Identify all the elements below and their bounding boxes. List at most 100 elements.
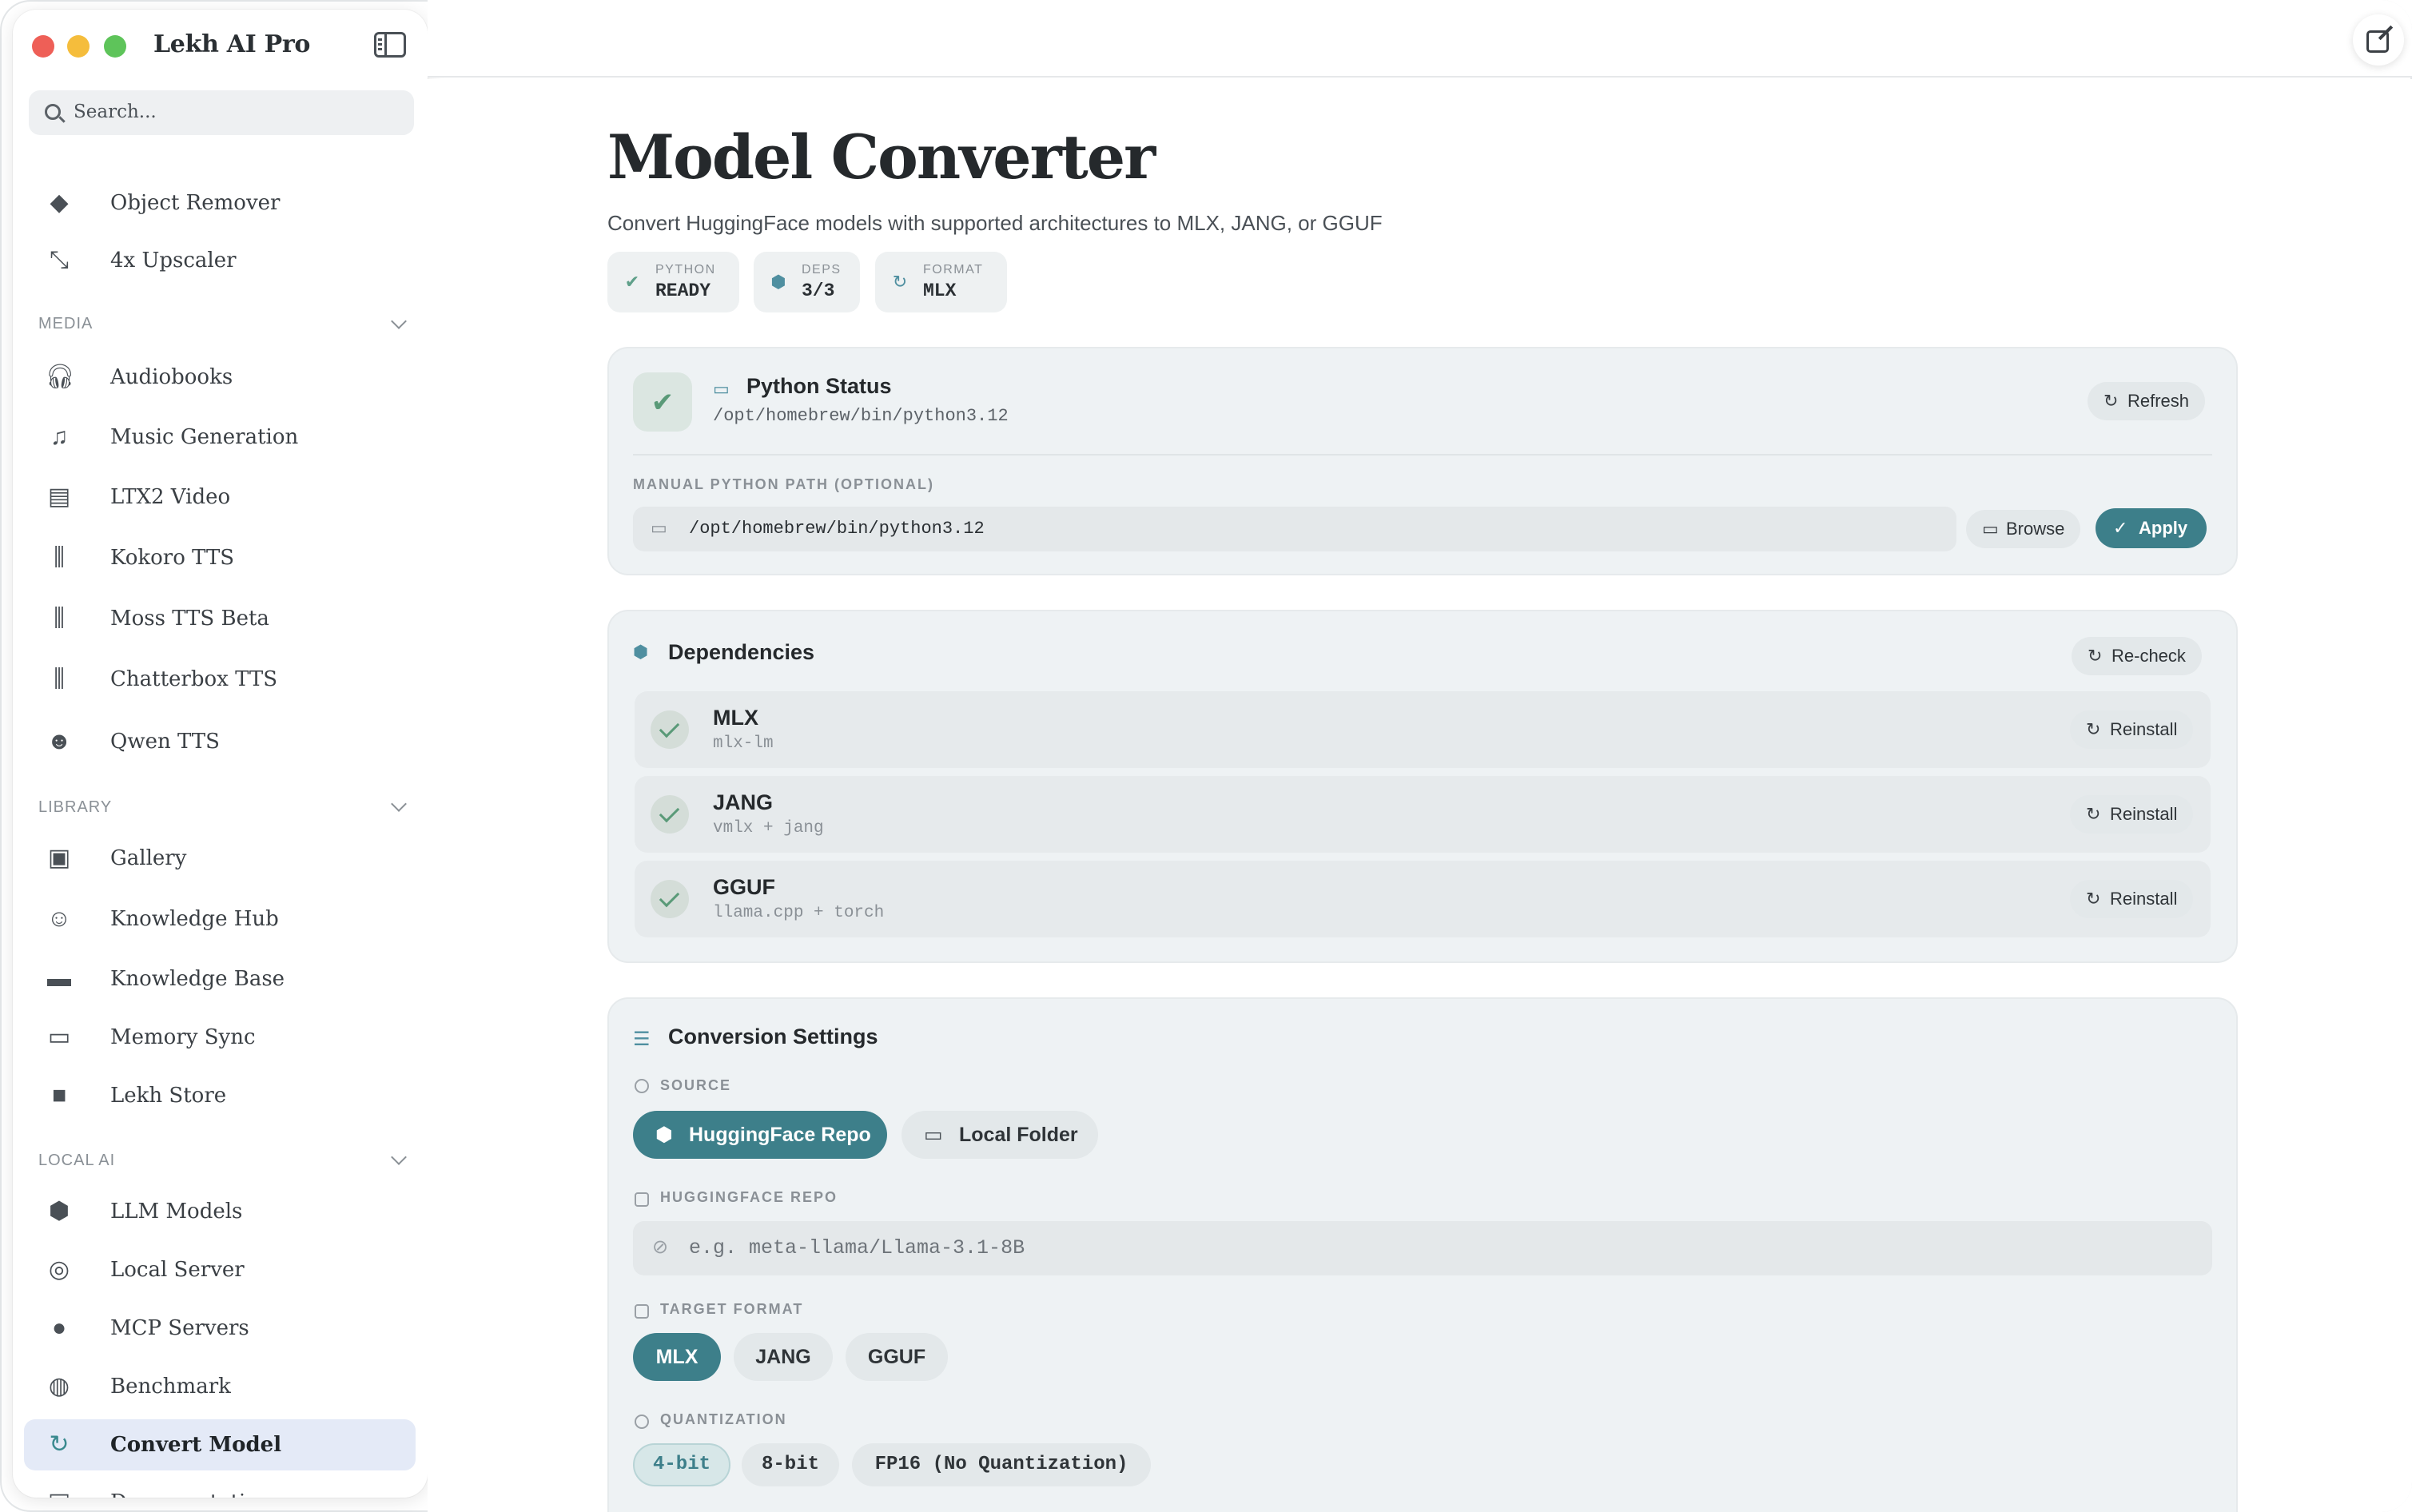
recheck-label: Re-check [2111,646,2186,666]
quant-fp16-button[interactable]: FP16 (No Quantization) [852,1443,1151,1486]
dependencies-title: Dependencies [668,640,815,664]
dependency-row-mlx: MLX mlx-lm ↻ Reinstall [635,691,2211,768]
sidebar-item-memory-sync[interactable]: ▭ Memory Sync [24,1012,416,1063]
dependency-package: mlx-lm [713,734,774,753]
section-header-local-ai[interactable]: LOCAL AI [38,1152,115,1170]
sidebar-item-llm-models[interactable]: ⬢ LLM Models [24,1186,416,1237]
format-option-label: JANG [755,1346,811,1368]
search-input[interactable]: Search... [29,90,414,135]
sidebar-item-audiobooks[interactable]: 🎧︎ Audiobooks [24,352,416,403]
terminal-icon: ▭ [651,518,667,538]
sidebar-item-knowledge-base[interactable]: ▬ Knowledge Base [24,953,416,1005]
reinstall-button[interactable]: ↻ Reinstall [2070,880,2194,918]
apply-button[interactable]: ✓ Apply [2096,508,2207,548]
sidebar-toggle-icon[interactable] [374,32,406,58]
sidebar-item-benchmark[interactable]: ◍ Benchmark [24,1361,416,1412]
source-option-label: HuggingFace Repo [689,1124,871,1146]
source-huggingface-button[interactable]: ⬢ HuggingFace Repo [633,1111,887,1159]
section-header-media[interactable]: MEDIA [38,315,93,333]
minimize-window-button[interactable] [67,35,90,58]
sidebar-item-knowledge-hub[interactable]: ☺ Knowledge Hub [24,893,416,945]
sidebar-item-label: Documentation [110,1490,272,1498]
app-window: Lekh AI Pro Search... ◆ Object Remover ⤡… [0,0,2412,1512]
sidebar-item-label: LLM Models [110,1200,243,1224]
pill-key: PYTHON [655,263,716,277]
sidebar-item-moss-tts-beta[interactable]: ⫼ Moss TTS Beta [24,593,416,644]
sidebar-item-label: Kokoro TTS [110,546,235,570]
sidebar-item-4x-upscaler[interactable]: ⤡ 4x Upscaler [24,235,416,286]
format-option-label: MLX [655,1346,699,1368]
manual-path-label: MANUAL PYTHON PATH (OPTIONAL) [633,476,934,492]
zoom-window-button[interactable] [104,35,126,58]
reinstall-button[interactable]: ↻ Reinstall [2070,710,2194,749]
sidebar-item-qwen-tts[interactable]: ☻ Qwen TTS [24,716,416,767]
sidebar-item-label: MCP Servers [110,1316,249,1340]
source-local-folder-button[interactable]: ▭ Local Folder [902,1111,1098,1159]
chevron-down-icon[interactable] [391,1149,407,1165]
sidebar-item-convert-model[interactable]: ↻ Convert Model [24,1419,416,1470]
pill-value: 3/3 [802,281,835,301]
recheck-button[interactable]: ↻ Re-check [2072,637,2202,675]
dependency-package: vmlx + jang [713,819,824,838]
check-icon [651,795,689,834]
folder-icon: ▭ [924,1124,943,1146]
refresh-label: Refresh [2127,391,2190,411]
doc-icon: ▤ [45,1490,74,1498]
dependency-name: GGUF [713,875,775,899]
sidebar-item-lekh-store[interactable]: ■ Lekh Store [24,1070,416,1121]
sidebar-item-kokoro-tts[interactable]: ⫼ Kokoro TTS [24,532,416,583]
sidebar-item-label: Benchmark [110,1375,231,1399]
sidebar-item-mcp-servers[interactable]: ● MCP Servers [24,1303,416,1354]
chevron-down-icon[interactable] [391,313,407,329]
sidebar-item-chatterbox-tts[interactable]: ⫼ Chatterbox TTS [24,654,416,705]
sidebar-item-label: Chatterbox TTS [110,667,278,691]
sidebar-item-music-generation[interactable]: ♫ Music Generation [24,412,416,463]
convert-icon: ↻ [49,1431,70,1458]
search-icon [45,104,61,120]
sidebar-item-local-server[interactable]: ◎ Local Server [24,1244,416,1295]
sidebar: Lekh AI Pro Search... ◆ Object Remover ⤡… [13,10,428,1498]
browse-button[interactable]: ▭ Browse [1966,510,2081,548]
gallery-icon: ▣ [47,845,71,871]
check-badge-icon: ✔ [624,272,640,292]
refresh-icon: ↻ [2086,719,2101,739]
huggingface-repo-input[interactable]: ⊘ e.g. meta-llama/Llama-3.1-8B [633,1221,2212,1275]
globe-icon: ◎ [48,1256,70,1283]
chevron-down-icon[interactable] [391,796,407,812]
format-jang-button[interactable]: JANG [734,1333,833,1381]
sidebar-item-ltx2-video[interactable]: ▤ LTX2 Video [24,472,416,523]
pill-value: READY [655,281,711,301]
quant-option-label: FP16 (No Quantization) [874,1454,1128,1475]
format-gguf-button[interactable]: GGUF [846,1333,948,1381]
sidebar-item-label: Local Server [110,1258,245,1282]
convert-icon: ↻ [892,272,908,292]
cube-icon: ⬢ [770,272,786,292]
format-mlx-button[interactable]: MLX [633,1333,721,1381]
sidebar-item-documentation[interactable]: ▤ Documentation [24,1477,416,1498]
quant-4bit-button[interactable]: 4-bit [633,1443,730,1486]
quant-option-label: 8-bit [761,1454,819,1475]
format-option-label: GGUF [867,1346,926,1368]
cube-icon: ⬢ [633,642,649,662]
sidebar-item-label: Gallery [110,846,187,870]
new-chat-button[interactable] [2353,14,2404,66]
sidebar-item-label: Memory Sync [110,1025,256,1049]
check-icon [651,710,689,749]
refresh-button[interactable]: ↻ Refresh [2088,382,2206,420]
close-window-button[interactable] [32,35,54,58]
sidebar-item-object-remover[interactable]: ◆ Object Remover [24,177,416,229]
section-header-library[interactable]: LIBRARY [38,798,112,817]
reinstall-button[interactable]: ↻ Reinstall [2070,795,2194,834]
manual-path-value: /opt/homebrew/bin/python3.12 [689,519,985,539]
dependency-row-jang: JANG vmlx + jang ↻ Reinstall [635,776,2211,853]
quant-option-label: 4-bit [652,1454,710,1475]
check-icon: ✓ [2113,518,2128,538]
status-pill-format: ↻ FORMAT MLX [875,252,1007,312]
sidebar-item-label: Music Generation [110,425,299,449]
manual-python-path-input[interactable]: ▭ /opt/homebrew/bin/python3.12 [633,507,1956,551]
sidebar-item-label: Audiobooks [110,365,233,389]
quant-8bit-button[interactable]: 8-bit [742,1443,839,1486]
top-toolbar [428,0,2412,78]
eraser-icon: ◆ [50,189,69,216]
sidebar-item-gallery[interactable]: ▣ Gallery [24,833,416,884]
